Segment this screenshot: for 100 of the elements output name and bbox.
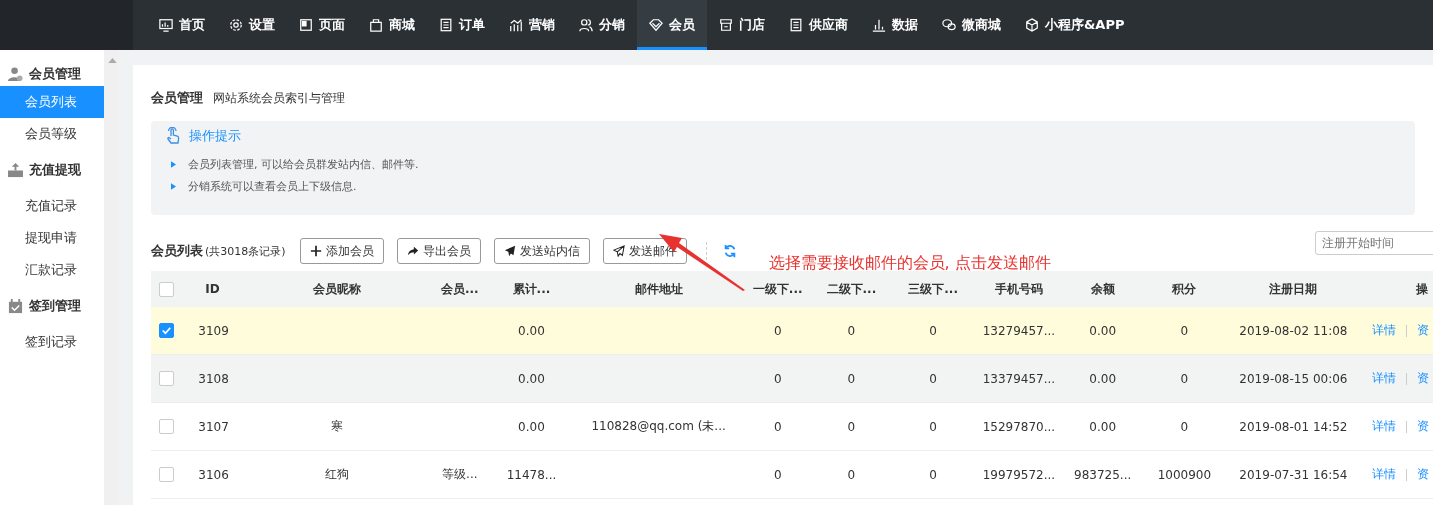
table-cell: 2019-08-15 00:06	[1239, 371, 1348, 386]
column-header: 二级下...	[811, 271, 892, 307]
list-icon	[439, 18, 453, 32]
table-cell: 0	[1180, 371, 1189, 386]
date-field[interactable]: 注册开始时间	[1315, 231, 1433, 255]
table-cell: 0	[847, 419, 856, 434]
sidebar-item[interactable]: 充值记录	[0, 190, 104, 222]
page-subtitle: 网站系统会员索引与管理	[213, 90, 345, 107]
scroll-up-icon[interactable]	[107, 58, 117, 63]
users-icon	[579, 18, 593, 32]
nav-tab[interactable]: 订单	[427, 0, 497, 50]
nav-tab[interactable]: 门店	[707, 0, 777, 50]
sidebar-item[interactable]: 提现申请	[0, 222, 104, 254]
send-outline-icon	[612, 245, 625, 257]
nav-tab[interactable]: 微商城	[930, 0, 1013, 50]
table-cell: 等级...	[442, 467, 478, 481]
nav-tab[interactable]: 小程序&APP	[1013, 0, 1137, 50]
sidebar-item[interactable]: 汇款记录	[0, 254, 104, 286]
row-checkbox[interactable]	[158, 419, 174, 434]
gear-icon	[229, 18, 243, 32]
table-cell: 0	[847, 371, 856, 386]
table-cell: 0	[1180, 419, 1189, 434]
table-cell: 13279457...	[982, 323, 1056, 338]
page-icon	[299, 18, 313, 32]
sidebar-item[interactable]: 会员等级	[0, 118, 104, 150]
sidebar-item[interactable]: 签到记录	[0, 326, 104, 358]
sidebar-group-title: 签到管理	[29, 297, 81, 315]
table-cell: 0	[929, 323, 937, 338]
column-header: 会员...	[429, 271, 491, 307]
toolbar-button[interactable]: 添加会员	[299, 238, 384, 264]
table-cell: 983725...	[1074, 467, 1132, 482]
table-row[interactable]: 3106 红狗 等级... 11478... 0 0 0 19979572... 983725... 1000900 2019-07-31 16:54 详情 资	[151, 450, 1433, 499]
nav-tab[interactable]: 页面	[287, 0, 357, 50]
table-cell: 0	[929, 467, 937, 482]
nav-tab[interactable]: 供应商	[777, 0, 860, 50]
column-header: 三级下...	[891, 271, 975, 307]
nav-tab[interactable]: 营销	[497, 0, 567, 50]
list-title: 会员列表	[151, 242, 203, 260]
table-cell: 3108	[198, 371, 229, 386]
column-header: 注册日期	[1226, 271, 1361, 307]
table-cell: 0.00	[1089, 371, 1117, 386]
bullet-icon	[171, 160, 176, 168]
table-cell: 0.00	[518, 419, 545, 434]
column-header: 邮件地址	[572, 271, 745, 307]
annotation-text: 选择需要接收邮件的会员, 点击发送邮件	[768, 252, 1051, 274]
column-header: 累计...	[490, 271, 573, 307]
nav-tab[interactable]: 设置	[217, 0, 287, 50]
table-cell: 2019-08-01 14:52	[1239, 419, 1348, 434]
nav-tab[interactable]: 商城	[357, 0, 427, 50]
table-cell: 1000900	[1157, 467, 1212, 482]
nav-tab[interactable]: 首页	[147, 0, 217, 50]
column-header: 积分	[1142, 271, 1227, 307]
table-cell: 0	[929, 371, 937, 386]
store-icon	[719, 18, 733, 32]
table-cell: 11478...	[506, 467, 557, 482]
table-cell: 13379457...	[982, 371, 1056, 386]
tip-text: 分销系统可以查看会员上下级信息.	[188, 178, 357, 194]
table-cell: 0.00	[1089, 419, 1117, 434]
cash-icon	[8, 162, 23, 178]
column-header: 手机号码	[974, 271, 1064, 307]
table-cell: 0.00	[518, 371, 545, 386]
table-row[interactable]: 3109 0.00 0 0 0 13279457... 0.00 0 2019-08-02 11:08 详情 资	[151, 307, 1433, 355]
table-cell: 0	[773, 467, 782, 482]
nav-tab[interactable]: 会员	[637, 0, 707, 50]
tip-text: 会员列表管理, 可以给会员群发站内信、邮件等.	[188, 156, 419, 172]
share-icon	[406, 245, 419, 257]
table-cell: 0	[773, 323, 782, 338]
table-cell: 19979572...	[982, 467, 1056, 482]
table-cell: 3109	[198, 323, 229, 338]
check-icon	[159, 324, 173, 337]
column-header: 一级下...	[744, 271, 811, 307]
table-row[interactable]: 3107 寒 0.00 110828@qq.com (未... 0 0 0 15297870... 0.00 0 2019-08-01 14:52 详情 资	[151, 402, 1433, 451]
column-header: ID	[181, 271, 244, 307]
toolbar-button[interactable]: 导出会员	[396, 238, 481, 264]
refresh-icon[interactable]	[722, 244, 737, 258]
bars-icon	[872, 18, 886, 32]
row-checkbox[interactable]	[158, 467, 174, 482]
tips-title: 操作提示	[189, 127, 241, 145]
table-cell: 0	[847, 467, 856, 482]
row-checkbox[interactable]	[158, 371, 174, 386]
column-header: 会员昵称	[243, 271, 430, 307]
record-count: (共3018条记录)	[205, 243, 286, 259]
table-cell: 3106	[198, 467, 229, 482]
table-cell: 2019-07-31 16:54	[1239, 467, 1348, 482]
column-header: 余额	[1063, 271, 1143, 307]
select-all-checkbox[interactable]	[158, 281, 174, 297]
bag-icon	[369, 18, 383, 32]
chat-icon	[942, 18, 956, 32]
table-cell: 0	[773, 371, 782, 386]
plus-icon	[309, 245, 322, 257]
page-title: 会员管理	[151, 89, 203, 107]
chart-icon	[509, 18, 523, 32]
row-checkbox[interactable]	[158, 323, 174, 338]
nav-tab[interactable]: 数据	[860, 0, 930, 50]
user-icon	[8, 66, 23, 82]
table-cell: 寒	[330, 419, 343, 433]
toolbar-button[interactable]: 发送站内信	[493, 238, 590, 264]
nav-tab[interactable]: 分销	[567, 0, 637, 50]
table-row[interactable]: 3108 0.00 0 0 0 13379457... 0.00 0 2019-08-15 00:06 详情 资	[151, 354, 1433, 403]
table-cell: 0.00	[518, 323, 545, 338]
